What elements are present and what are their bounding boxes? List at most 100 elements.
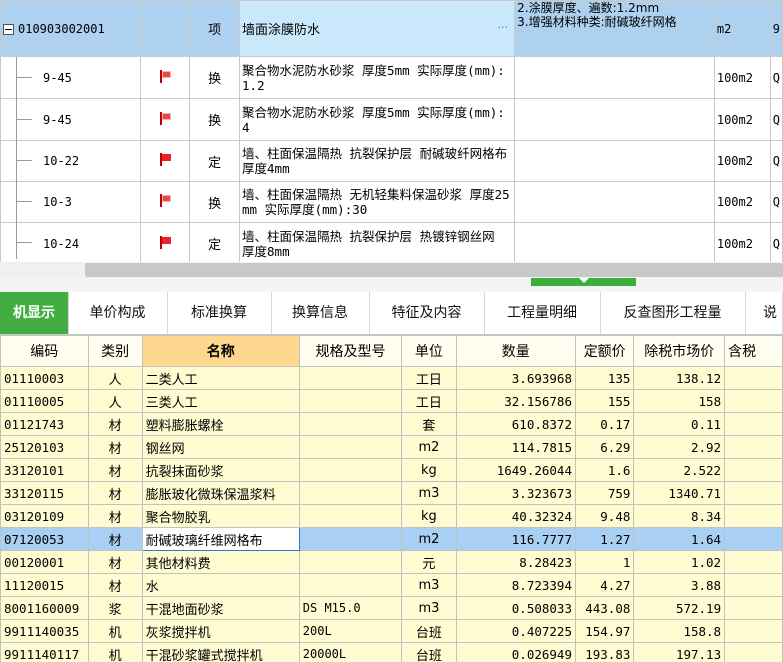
resource-unit-cell[interactable]: m3 [401,596,457,620]
resource-code-cell[interactable]: 01110003 [0,366,89,390]
col-header-qty[interactable]: 数量 [455,335,576,367]
resource-tax-cell[interactable] [724,527,783,551]
resource-row[interactable]: 07120053 材耐碱玻璃纤维网格布 m2 116.7777 1.27 1.64 [0,527,783,551]
resource-quota-price-cell[interactable]: 4.27 [574,573,635,597]
resource-code-cell[interactable]: 00120001 [0,550,89,574]
resource-unit-cell[interactable]: kg [401,504,457,528]
resource-unit-cell[interactable]: m3 [401,481,457,505]
resource-spec-cell[interactable] [298,527,403,551]
resource-category-cell[interactable]: 机 [87,642,143,662]
resource-tax-cell[interactable] [724,619,783,643]
resource-qty-cell[interactable]: 32.156786 [455,389,576,413]
resource-market-price-cell[interactable]: 3.88 [633,573,726,597]
resource-category-cell[interactable]: 人 [87,389,143,413]
tab-machine-display[interactable]: 机显示 [0,292,69,334]
resource-name-cell[interactable]: 聚合物胶乳 [141,504,300,528]
tab-description[interactable]: 说 [745,292,783,334]
col-header-quota-price[interactable]: 定额价 [574,335,635,367]
resource-row[interactable]: 8001160009 浆干混地面砂浆 DS M15.0 m3 0.508033 443.0… [0,596,783,620]
resource-tax-cell[interactable] [724,504,783,528]
resource-market-price-cell[interactable]: 138.12 [633,366,726,390]
resource-market-price-cell[interactable]: 158 [633,389,726,413]
resource-market-price-cell[interactable]: 1.02 [633,550,726,574]
resource-spec-cell[interactable]: 20000L [298,642,403,662]
resource-category-cell[interactable]: 人 [87,366,143,390]
quota-code-cell[interactable]: 10-22 [0,140,141,182]
resource-tax-cell[interactable] [724,435,783,459]
resource-code-cell[interactable]: 11120015 [0,573,89,597]
resource-quota-price-cell[interactable]: 1 [574,550,635,574]
resource-qty-cell[interactable]: 116.7777 [455,527,576,551]
resource-spec-cell[interactable] [298,435,403,459]
resource-qty-cell[interactable]: 114.7815 [455,435,576,459]
resource-category-cell[interactable]: 材 [87,481,143,505]
quota-row[interactable]: 9-45 换 聚合物水泥防水砂浆 厚度5mm 实际厚度(mm):1.2 100m… [0,56,783,99]
quota-name-cell[interactable]: 墙、柱面保温隔热 抗裂保护层 热镀锌钢丝网 厚度8mm [239,222,516,262]
resource-category-cell[interactable]: 材 [87,435,143,459]
resource-spec-cell[interactable] [298,458,403,482]
col-header-market-price[interactable]: 除税市场价 [633,335,726,367]
bill-code-cell[interactable]: 010903002001 [0,0,141,57]
resource-category-cell[interactable]: 材 [87,412,143,436]
bill-item-row[interactable]: 010903002001 项 墙面涂膜防水 ··· 2.涂膜厚度、遍数:1.2m… [0,0,783,57]
resource-unit-cell[interactable]: m2 [401,527,457,551]
col-header-tax[interactable]: 含税 [724,335,783,367]
quota-row[interactable]: 10-24 定 墙、柱面保温隔热 抗裂保护层 热镀锌钢丝网 厚度8mm 100m… [0,222,783,262]
collapse-icon[interactable] [3,23,14,35]
col-header-code[interactable]: 编码 [0,335,89,367]
more-button[interactable]: ··· [498,21,509,34]
bill-features-cell[interactable]: 2.涂膜厚度、遍数:1.2mm 3.增强材料种类:耐碱玻纤网格 [514,0,715,57]
panel-splitter[interactable] [0,278,783,292]
resource-category-cell[interactable]: 材 [87,550,143,574]
resource-spec-cell[interactable] [298,389,403,413]
resource-tax-cell[interactable] [724,458,783,482]
resource-quota-price-cell[interactable]: 155 [574,389,635,413]
resource-tax-cell[interactable] [724,412,783,436]
resource-name-cell[interactable]: 灰浆搅拌机 [141,619,300,643]
resource-category-cell[interactable]: 材 [87,458,143,482]
resource-code-cell[interactable]: 01121743 [0,412,89,436]
quota-code-cell[interactable]: 10-3 [0,181,141,223]
resource-code-cell[interactable]: 33120101 [0,458,89,482]
resource-row[interactable]: 01110003 人二类人工 工日 3.693968 135 138.12 [0,366,783,390]
resource-market-price-cell[interactable]: 572.19 [633,596,726,620]
resource-spec-cell[interactable] [298,366,403,390]
collapse-panel-handle[interactable] [531,278,636,286]
resource-qty-cell[interactable]: 0.026949 [455,642,576,662]
resource-name-cell[interactable]: 其他材料费 [141,550,300,574]
resource-tax-cell[interactable] [724,366,783,390]
resource-code-cell[interactable]: 9911140117 [0,642,89,662]
resource-quota-price-cell[interactable]: 135 [574,366,635,390]
resource-category-cell[interactable]: 材 [87,504,143,528]
resource-qty-cell[interactable]: 0.407225 [455,619,576,643]
resource-unit-cell[interactable]: 台班 [401,642,457,662]
resource-market-price-cell[interactable]: 8.34 [633,504,726,528]
resource-qty-cell[interactable]: 8.28423 [455,550,576,574]
resource-spec-cell[interactable] [298,550,403,574]
resource-name-cell[interactable]: 膨胀玻化微珠保温浆料 [141,481,300,505]
resource-category-cell[interactable]: 材 [87,573,143,597]
resource-tax-cell[interactable] [724,573,783,597]
resource-spec-cell[interactable] [298,412,403,436]
resource-row[interactable]: 11120015 材水 m3 8.723394 4.27 3.88 [0,573,783,597]
resource-name-cell[interactable]: 三类人工 [141,389,300,413]
resource-row[interactable]: 25120103 材钢丝网 m2 114.7815 6.29 2.92 [0,435,783,459]
resource-market-price-cell[interactable]: 2.522 [633,458,726,482]
resource-name-cell[interactable]: 耐碱玻璃纤维网格布 [141,527,300,551]
resource-name-cell[interactable]: 二类人工 [141,366,300,390]
quota-features-cell[interactable] [514,140,715,182]
tab-unit-price-composition[interactable]: 单价构成 [68,292,168,334]
resource-row[interactable]: 9911140035 机灰浆搅拌机 200L 台班 0.407225 154.97 158.… [0,619,783,643]
resource-spec-cell[interactable] [298,573,403,597]
bill-name-cell[interactable]: 墙面涂膜防水 ··· [239,0,516,57]
resource-unit-cell[interactable]: 元 [401,550,457,574]
resource-spec-cell[interactable]: 200L [298,619,403,643]
quota-features-cell[interactable] [514,56,715,99]
resource-market-price-cell[interactable]: 1.64 [633,527,726,551]
resource-tax-cell[interactable] [724,596,783,620]
resource-unit-cell[interactable]: kg [401,458,457,482]
resource-qty-cell[interactable]: 1649.26044 [455,458,576,482]
quota-features-cell[interactable] [514,98,715,141]
resource-unit-cell[interactable]: 台班 [401,619,457,643]
resource-row[interactable]: 33120115 材膨胀玻化微珠保温浆料 m3 3.323673 759 1340.71 [0,481,783,505]
